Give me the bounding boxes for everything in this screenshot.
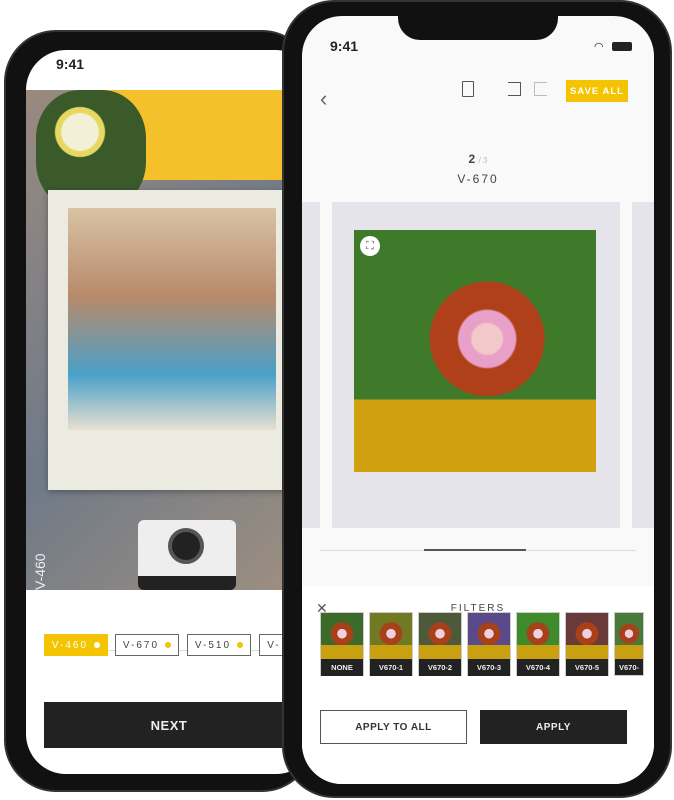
filter-label: V670-2	[419, 659, 461, 676]
notch	[398, 16, 558, 40]
filter-thumb[interactable]: V670-4	[516, 612, 560, 676]
status-time: 9:41	[330, 38, 359, 54]
sun-icon	[94, 642, 101, 648]
filter-thumb[interactable]: V670-5	[565, 612, 609, 676]
left-phone: 9:41 V-460	[4, 30, 316, 792]
battery-icon	[612, 42, 632, 51]
instant-photo-frame	[48, 190, 288, 490]
next-photo-card[interactable]	[632, 202, 654, 528]
filter-preview	[321, 613, 363, 659]
page-total: / 3	[478, 156, 488, 165]
filter-thumb[interactable]: V670-	[614, 612, 644, 676]
undo-icon[interactable]	[508, 82, 521, 96]
back-icon[interactable]: ‹	[320, 86, 327, 112]
filter-label: V670-4	[517, 659, 559, 676]
filter-label: V670-1	[370, 659, 412, 676]
right-phone: 9:41 ◠ ‹ SAVE ALL 2 / 3 V-670 ⛶ ✕ FILTER…	[282, 0, 672, 798]
filter-preview	[468, 613, 510, 659]
redo-icon[interactable]	[534, 82, 547, 96]
status-time: 9:41	[56, 56, 85, 72]
filter-thumb[interactable]: V670-2	[418, 612, 462, 676]
filter-label: V670-5	[566, 659, 608, 676]
collage-canvas: V-460	[26, 90, 316, 590]
filter-label: V670-3	[468, 659, 510, 676]
apply-to-all-button[interactable]: APPLY TO ALL	[320, 710, 467, 744]
filter-preview	[370, 613, 412, 659]
apply-button[interactable]: APPLY	[480, 710, 627, 744]
filter-preview	[566, 613, 608, 659]
chip-label: V-460	[51, 639, 89, 651]
current-photo-card: ⛶	[332, 202, 620, 528]
left-screen: 9:41 V-460	[26, 50, 316, 774]
frame-caption: V-460	[32, 553, 48, 590]
film-chip-v510[interactable]: V-510	[187, 634, 251, 656]
filter-preview	[419, 613, 461, 659]
chip-label: V-	[267, 639, 281, 651]
page-index: 2 / 3	[302, 152, 654, 166]
friends-photo	[68, 208, 276, 430]
expand-icon[interactable]: ⛶	[360, 236, 380, 256]
next-button[interactable]: NEXT	[44, 702, 294, 748]
filter-preview	[615, 613, 643, 659]
camera-sticker	[138, 520, 236, 590]
filter-label: NONE	[321, 659, 363, 676]
prev-photo-card[interactable]	[302, 202, 320, 528]
filter-label: V670-	[615, 659, 643, 675]
chip-label: V-510	[194, 639, 232, 651]
film-name: V-670	[457, 172, 499, 186]
save-all-button[interactable]: SAVE ALL	[566, 80, 628, 102]
chip-label: V-670	[122, 639, 160, 651]
film-chip-v670[interactable]: V-670	[115, 634, 179, 656]
trash-icon[interactable]	[462, 81, 474, 97]
sun-icon	[165, 642, 172, 648]
carousel-indicator	[424, 549, 526, 551]
filter-preview	[517, 613, 559, 659]
filter-thumb[interactable]: V670-3	[467, 612, 511, 676]
film-chip-v460[interactable]: V-460	[44, 634, 108, 656]
wifi-icon: ◠	[594, 41, 604, 53]
page-current: 2	[468, 152, 476, 166]
girl-bubblegum-photo: ⛶	[354, 230, 596, 472]
filter-thumb[interactable]: NONE	[320, 612, 364, 676]
filter-thumb[interactable]: V670-1	[369, 612, 413, 676]
sun-icon	[237, 642, 244, 648]
